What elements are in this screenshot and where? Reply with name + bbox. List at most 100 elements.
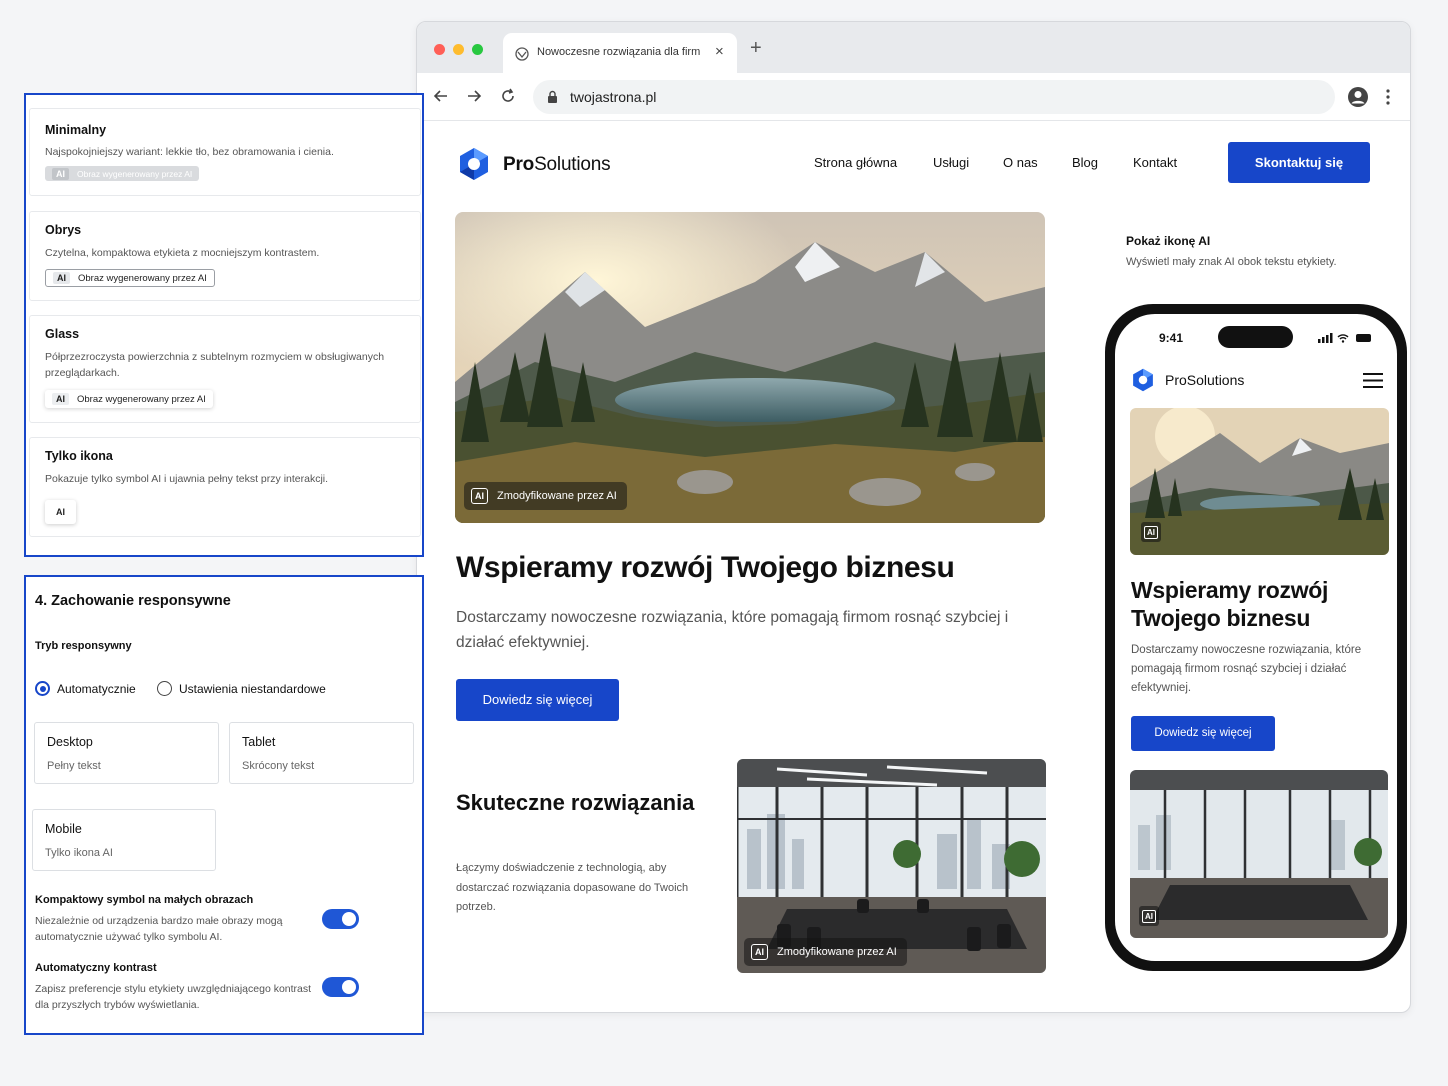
phone-logo-icon[interactable] bbox=[1131, 368, 1155, 392]
phone-mockup: 9:41 ProSolutions AI Wspieramy rozwój Tw… bbox=[1105, 304, 1407, 971]
section-text: Łączymy doświadczenie z technologią, aby… bbox=[456, 862, 689, 913]
compact-symbol-toggle[interactable] bbox=[322, 909, 359, 929]
phone-hero-image: AI bbox=[1130, 408, 1389, 555]
ai-icon: AI bbox=[471, 488, 488, 504]
show-ai-icon-description: Wyświetl mały znak AI obok tekstu etykie… bbox=[1126, 256, 1337, 268]
style-card-glass[interactable]: Glass Półprzezroczysta powierzchnia z su… bbox=[29, 315, 421, 423]
ai-modified-badge-office[interactable]: AI Zmodyfikowane przez AI bbox=[744, 938, 907, 966]
status-icons bbox=[1318, 333, 1371, 343]
url-field[interactable]: twojastrona.pl bbox=[533, 80, 1335, 114]
device-value: Skrócony tekst bbox=[242, 760, 315, 772]
close-window-button[interactable] bbox=[434, 44, 445, 55]
hero-lead: Dostarczamy nowoczesne rozwiązania, któr… bbox=[456, 609, 1009, 651]
compact-symbol-title: Kompaktowy symbol na małych obrazach bbox=[35, 894, 254, 906]
phone-ai-icon[interactable]: AI bbox=[1141, 522, 1161, 542]
dynamic-island bbox=[1218, 326, 1293, 348]
style-title: Minimalny bbox=[45, 123, 107, 137]
lock-icon bbox=[548, 90, 557, 103]
style-title: Glass bbox=[45, 327, 80, 341]
minimize-window-button[interactable] bbox=[453, 44, 464, 55]
nav-home[interactable]: Strona główna bbox=[814, 155, 897, 170]
hero-image: AI Zmodyfikowane przez AI bbox=[455, 212, 1045, 523]
phone-text: Dostarczamy nowoczesne rozwiązania, któr… bbox=[1131, 644, 1362, 694]
style-title: Obrys bbox=[45, 223, 82, 237]
phone-learn-more-button[interactable]: Dowiedz się więcej bbox=[1131, 716, 1275, 751]
office-image: AI Zmodyfikowane przez AI bbox=[737, 759, 1046, 973]
show-ai-icon-title[interactable]: Pokaż ikonę AI bbox=[1126, 234, 1210, 248]
learn-more-button[interactable]: Dowiedz się więcej bbox=[456, 679, 619, 721]
prosolutions-logo-icon[interactable] bbox=[457, 147, 491, 181]
auto-contrast-description: Zapisz preferencje stylu etykiety uwzglę… bbox=[35, 983, 312, 1011]
address-bar-row: twojastrona.pl bbox=[417, 73, 1410, 121]
reload-icon[interactable] bbox=[498, 86, 518, 106]
device-name: Mobile bbox=[45, 822, 82, 836]
label-styles-panel: Minimalny Najspokojniejszy wariant: lekk… bbox=[24, 93, 424, 557]
tab-bar: Nowoczesne rozwiązania dla firm × + bbox=[417, 22, 1410, 73]
responsive-behavior-panel: 4. Zachowanie responsywne Tryb responsyw… bbox=[24, 575, 424, 1035]
style-card-outline[interactable]: Obrys Czytelna, kompaktowa etykieta z mo… bbox=[29, 211, 421, 301]
phone-office-photo bbox=[1130, 770, 1388, 938]
ai-badge-text: Zmodyfikowane przez AI bbox=[777, 946, 897, 958]
auto-contrast-toggle[interactable] bbox=[322, 977, 359, 997]
device-card-tablet[interactable]: Tablet Skrócony tekst bbox=[229, 722, 414, 784]
hero-headline: Wspieramy rozwój Twojego biznesu bbox=[456, 551, 955, 584]
tab-title: Nowoczesne rozwiązania dla firm bbox=[537, 46, 701, 58]
auto-contrast-title: Automatyczny kontrast bbox=[35, 962, 157, 974]
responsive-mode-label: Tryb responsywny bbox=[35, 640, 132, 652]
section-heading: 4. Zachowanie responsywne bbox=[35, 593, 231, 609]
style-card-icon-only[interactable]: Tylko ikona Pokazuje tylko symbol AI i u… bbox=[29, 437, 421, 537]
ai-icon: AI bbox=[751, 944, 768, 960]
nav-contact[interactable]: Kontakt bbox=[1133, 155, 1177, 170]
contact-button[interactable]: Skontaktuj się bbox=[1228, 142, 1370, 183]
style-description: Czytelna, kompaktowa etykieta z mocniejs… bbox=[45, 247, 320, 259]
phone-time: 9:41 bbox=[1159, 331, 1184, 345]
radio-unselected-icon[interactable] bbox=[157, 681, 172, 696]
style-title: Tylko ikona bbox=[45, 449, 113, 463]
phone-office-image: AI bbox=[1130, 770, 1388, 938]
hamburger-menu-icon[interactable] bbox=[1363, 373, 1383, 388]
ai-label-preview-icon-only: AI bbox=[45, 500, 76, 524]
back-icon[interactable] bbox=[431, 86, 451, 106]
style-description: Najspokojniejszy wariant: lekkie tło, be… bbox=[45, 146, 334, 158]
compact-symbol-description: Niezależnie od urządzenia bardzo małe ob… bbox=[35, 915, 283, 943]
phone-mountain-image bbox=[1130, 408, 1389, 555]
ai-label-preview-minimal: AI Obraz wygenerowany przez AI bbox=[45, 166, 200, 181]
account-icon[interactable] bbox=[1347, 86, 1369, 108]
forward-icon[interactable] bbox=[464, 86, 484, 106]
device-name: Tablet bbox=[242, 735, 276, 749]
maximize-window-button[interactable] bbox=[472, 44, 483, 55]
url-text: twojastrona.pl bbox=[570, 89, 657, 105]
phone-brand[interactable]: ProSolutions bbox=[1165, 372, 1244, 388]
section-title: Skuteczne rozwiązania bbox=[456, 790, 695, 815]
browser-tab[interactable]: Nowoczesne rozwiązania dla firm × bbox=[503, 33, 737, 73]
nav-blog[interactable]: Blog bbox=[1072, 155, 1098, 170]
device-value: Tylko ikona AI bbox=[45, 847, 113, 859]
browser-window: Nowoczesne rozwiązania dla firm × + twoj… bbox=[416, 21, 1411, 1013]
device-value: Pełny tekst bbox=[47, 760, 101, 772]
radio-custom-settings[interactable]: Ustawienia niestandardowe bbox=[157, 681, 326, 696]
device-card-desktop[interactable]: Desktop Pełny tekst bbox=[34, 722, 219, 784]
website: ProSolutions Strona główna Usługi O nas … bbox=[417, 121, 1410, 1012]
radio-selected-icon[interactable] bbox=[35, 681, 50, 696]
brand-name[interactable]: ProSolutions bbox=[503, 154, 611, 176]
ai-label-preview-outline: AI Obraz wygenerowany przez AI bbox=[45, 269, 215, 287]
style-description: Pokazuje tylko symbol AI i ujawnia pełny… bbox=[45, 473, 329, 485]
style-description: Półprzezroczysta powierzchnia z subtelny… bbox=[45, 351, 385, 379]
phone-ai-icon-2[interactable]: AI bbox=[1139, 906, 1159, 926]
device-name: Desktop bbox=[47, 735, 93, 749]
ai-badge-text: Zmodyfikowane przez AI bbox=[497, 490, 617, 502]
device-card-mobile[interactable]: Mobile Tylko ikona AI bbox=[32, 809, 216, 871]
phone-screen: 9:41 ProSolutions AI Wspieramy rozwój Tw… bbox=[1115, 314, 1397, 961]
close-tab-icon[interactable]: × bbox=[715, 43, 724, 60]
more-menu-icon[interactable] bbox=[1385, 87, 1391, 107]
mountain-landscape-image bbox=[455, 212, 1045, 523]
style-card-minimal[interactable]: Minimalny Najspokojniejszy wariant: lekk… bbox=[29, 108, 421, 196]
radio-automatic[interactable]: Automatycznie bbox=[35, 681, 136, 696]
ai-modified-badge[interactable]: AI Zmodyfikowane przez AI bbox=[464, 482, 627, 510]
new-tab-icon[interactable]: + bbox=[750, 37, 762, 60]
favicon-icon bbox=[515, 47, 529, 61]
phone-headline: Wspieramy rozwój Twojego biznesu bbox=[1131, 577, 1329, 631]
nav-about[interactable]: O nas bbox=[1003, 155, 1038, 170]
nav-services[interactable]: Usługi bbox=[933, 155, 969, 170]
ai-label-preview-glass: AI Obraz wygenerowany przez AI bbox=[45, 390, 213, 408]
